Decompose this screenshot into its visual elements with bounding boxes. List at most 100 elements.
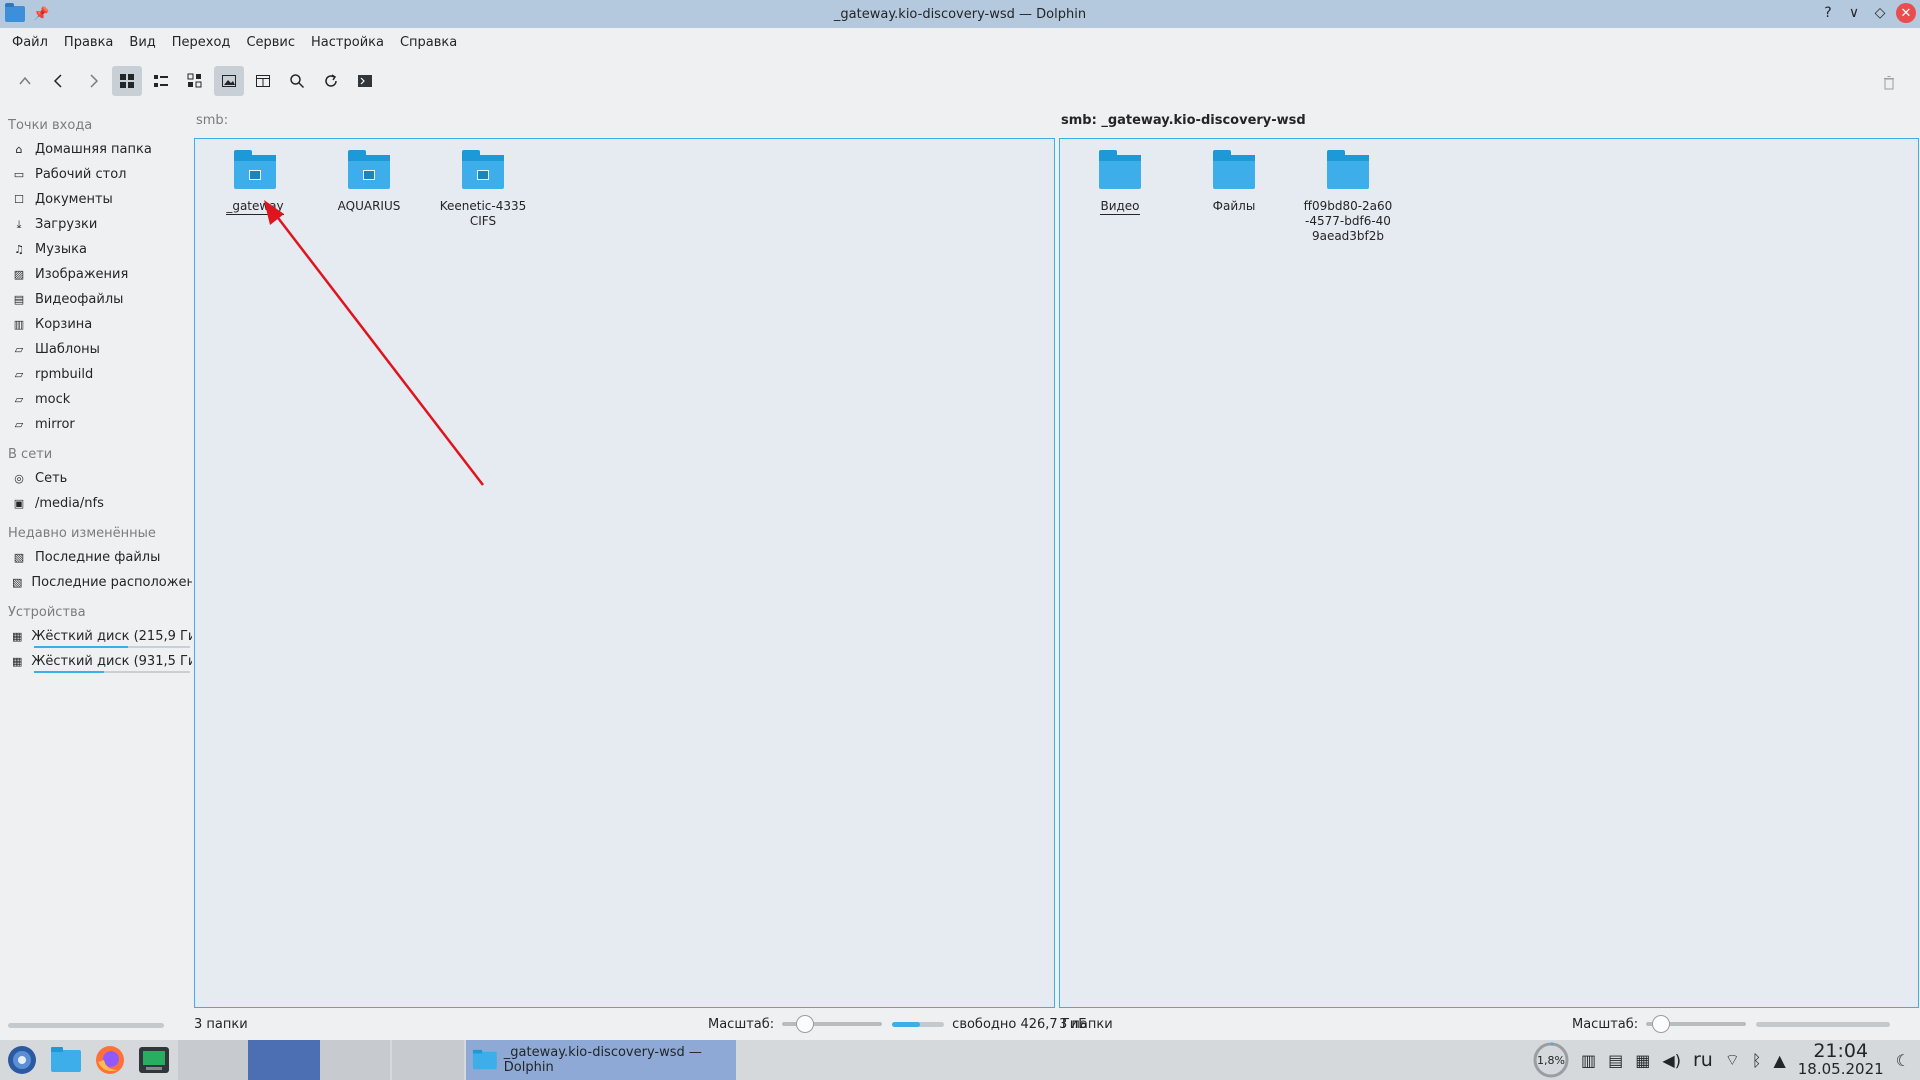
sidebar-item-media-nfs[interactable]: ▣ /media/nfs xyxy=(0,491,192,516)
volume-icon[interactable]: ◀) xyxy=(1662,1051,1681,1070)
trash-icon[interactable] xyxy=(1874,68,1904,98)
sidebar-item-recent-files[interactable]: ▧ Последние файлы xyxy=(0,545,192,570)
file-name: AQUARIUS xyxy=(337,199,401,213)
minimize-icon[interactable]: ∨ xyxy=(1844,3,1864,23)
sidebar-item-network[interactable]: ◎ Сеть xyxy=(0,466,192,491)
left-file-view[interactable]: _gateway AQUARIUS Keenetic-4335 CIFS xyxy=(194,138,1055,1008)
terminal-app-icon[interactable] xyxy=(136,1042,172,1078)
menu-edit[interactable]: Правка xyxy=(56,31,121,54)
keyboard-layout[interactable]: ru xyxy=(1693,1049,1713,1071)
section-recent: Недавно изменённые xyxy=(8,526,156,541)
hard-disk-icon: ▦ xyxy=(12,655,23,668)
network-folder-icon xyxy=(348,150,390,189)
folder-icon: ▱ xyxy=(14,393,24,406)
menu-go[interactable]: Переход xyxy=(164,31,239,54)
device-notifier-icon[interactable]: ▤ xyxy=(1608,1051,1623,1070)
pin-icon[interactable]: 📌 xyxy=(33,7,49,22)
sidebar-item-label: Домашняя папка xyxy=(35,142,152,157)
menu-tools[interactable]: Сервис xyxy=(238,31,303,54)
menu-view[interactable]: Вид xyxy=(121,31,163,54)
sidebar-item-desktop[interactable]: ▭ Рабочий стол xyxy=(0,162,192,187)
zoom-label: Масштаб: xyxy=(1572,1016,1639,1032)
maximize-icon[interactable]: ◇ xyxy=(1870,3,1890,23)
sidebar-item-mirror[interactable]: ▱ mirror xyxy=(0,412,192,437)
virtual-desktop-1[interactable] xyxy=(178,1040,248,1080)
cpu-monitor[interactable]: 1,8% xyxy=(1533,1042,1569,1078)
free-space-bar xyxy=(1756,1021,1891,1027)
title-bar: 📌 _gateway.kio-discovery-wsd — Dolphin ?… xyxy=(0,0,1920,28)
folder-item-guid[interactable]: ff09bd80-2a60-4577-bdf6-409aead3bf2b xyxy=(1296,139,1400,244)
terminal-icon[interactable] xyxy=(350,66,380,96)
folder-icon xyxy=(1213,150,1255,189)
sidebar-item-recent-locations[interactable]: ▧ Последние расположени xyxy=(0,570,192,595)
sidebar-item-label: Шаблоны xyxy=(35,342,100,357)
folder-item-files[interactable]: Файлы xyxy=(1182,139,1286,214)
task-dolphin[interactable]: _gateway.kio-discovery-wsd — Dolphin xyxy=(466,1040,736,1080)
network-folder-icon xyxy=(462,150,504,189)
notes-icon[interactable]: ▦ xyxy=(1635,1051,1650,1070)
zoom-slider[interactable] xyxy=(782,1015,883,1033)
network-folder-icon xyxy=(234,150,276,189)
sidebar-item-music[interactable]: ♫ Музыка xyxy=(0,237,192,262)
sidebar-item-home[interactable]: ⌂ Домашняя папка xyxy=(0,137,192,162)
sidebar-item-documents[interactable]: ☐ Документы xyxy=(0,187,192,212)
app-launcher-icon[interactable] xyxy=(4,1042,40,1078)
folder-icon xyxy=(1099,150,1141,189)
search-icon[interactable] xyxy=(282,66,312,96)
sidebar-item-disk-2[interactable]: ▦ Жёсткий диск (931,5 ГиБ) xyxy=(0,649,192,674)
folder-icon xyxy=(1327,150,1369,189)
clipboard-icon[interactable]: ▥ xyxy=(1581,1051,1596,1070)
help-icon[interactable]: ? xyxy=(1818,3,1838,23)
up-icon[interactable] xyxy=(10,66,40,96)
back-icon[interactable] xyxy=(44,66,74,96)
virtual-desktop-2[interactable] xyxy=(248,1040,320,1080)
reload-icon[interactable] xyxy=(316,66,346,96)
right-file-view[interactable]: Видео Файлы ff09bd80-2a60-4577-bdf6-409a… xyxy=(1059,138,1919,1008)
sidebar-item-rpmbuild[interactable]: ▱ rpmbuild xyxy=(0,362,192,387)
virtual-desktop-4[interactable] xyxy=(392,1040,464,1080)
sidebar-item-trash[interactable]: ▥ Корзина xyxy=(0,312,192,337)
clock[interactable]: 21:04 18.05.2021 xyxy=(1797,1042,1884,1079)
folder-item-video[interactable]: Видео xyxy=(1068,139,1172,215)
sidebar-item-mock[interactable]: ▱ mock xyxy=(0,387,192,412)
menu-file[interactable]: Файл xyxy=(4,31,56,54)
folder-item-keenetic[interactable]: Keenetic-4335 CIFS xyxy=(431,139,535,229)
folder-icon: ▱ xyxy=(14,343,24,356)
sidebar-item-pictures[interactable]: ▨ Изображения xyxy=(0,262,192,287)
icons-view-icon[interactable] xyxy=(112,66,142,96)
wifi-icon[interactable]: ⌔ xyxy=(1725,1050,1740,1070)
night-mode-icon[interactable]: ☾ xyxy=(1896,1051,1910,1070)
folder-item-aquarius[interactable]: AQUARIUS xyxy=(317,139,421,214)
section-places: Точки входа xyxy=(8,118,93,133)
sidebar-item-templates[interactable]: ▱ Шаблоны xyxy=(0,337,192,362)
preview-icon[interactable] xyxy=(214,66,244,96)
clock-date: 18.05.2021 xyxy=(1797,1060,1884,1078)
forward-icon[interactable] xyxy=(78,66,108,96)
menu-settings[interactable]: Настройка xyxy=(303,31,392,54)
split-icon[interactable] xyxy=(248,66,278,96)
firefox-icon[interactable] xyxy=(92,1042,128,1078)
trash-icon: ▥ xyxy=(13,318,25,331)
virtual-desktop-3[interactable] xyxy=(320,1040,390,1080)
sidebar-item-disk-1[interactable]: ▦ Жёсткий диск (215,9 ГиБ) xyxy=(0,624,192,649)
file-name: _gateway xyxy=(226,199,284,215)
right-pane-location[interactable]: smb: _gateway.kio-discovery-wsd xyxy=(1061,113,1306,128)
bluetooth-icon[interactable]: ᛒ xyxy=(1752,1051,1762,1070)
folder-item-gateway[interactable]: _gateway xyxy=(203,139,307,215)
sidebar-item-label: Изображения xyxy=(35,267,129,282)
close-icon[interactable]: ✕ xyxy=(1896,3,1916,23)
compact-view-icon[interactable] xyxy=(146,66,176,96)
sidebar-item-label: Рабочий стол xyxy=(35,167,127,182)
details-view-icon[interactable] xyxy=(180,66,210,96)
sidebar-item-label: Корзина xyxy=(35,317,93,332)
left-pane-location[interactable]: smb: xyxy=(196,113,228,128)
sidebar-scrollbar[interactable] xyxy=(8,1023,164,1028)
sidebar-item-videos[interactable]: ▤ Видеофайлы xyxy=(0,287,192,312)
dolphin-app-icon[interactable] xyxy=(5,3,25,22)
tray-expand-icon[interactable]: ▲ xyxy=(1773,1051,1785,1070)
zoom-slider[interactable] xyxy=(1646,1015,1747,1033)
sidebar-item-downloads[interactable]: ⤓ Загрузки xyxy=(0,212,192,237)
file-manager-icon[interactable] xyxy=(48,1042,84,1078)
menu-help[interactable]: Справка xyxy=(392,31,465,54)
sidebar-item-label: Музыка xyxy=(35,242,87,257)
